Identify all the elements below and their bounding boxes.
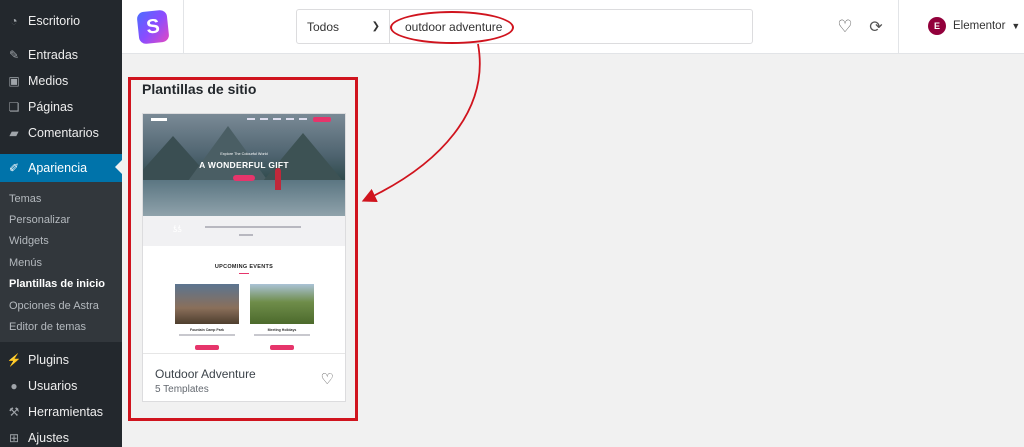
chevron-down-icon: ❯: [371, 21, 380, 32]
header-divider: [898, 0, 899, 54]
appearance-submenu: Temas Personalizar Widgets Menús Plantil…: [0, 182, 122, 342]
menu-plugins[interactable]: ⚡ Plugins: [0, 347, 122, 373]
menu-label: Herramientas: [28, 404, 104, 419]
menu-label: Comentarios: [28, 126, 99, 140]
template-card-footer: Outdoor Adventure 5 Templates ♡: [143, 353, 345, 401]
search-bar: Todos ❯: [296, 9, 753, 44]
submenu-widgets[interactable]: Widgets: [0, 231, 122, 252]
menu-ajustes[interactable]: ⊞ Ajustes: [0, 425, 122, 447]
category-select-value: Todos: [307, 19, 340, 34]
menu-label: Ajustes: [28, 430, 69, 445]
caret-down-icon: ▼: [1011, 21, 1021, 31]
submenu-plantillas-de-inicio[interactable]: Plantillas de inicio: [0, 274, 122, 295]
comment-icon: ▰: [9, 126, 19, 140]
preview-person: [275, 168, 281, 190]
preview-hero: Explore The Colourful World A WONDERFUL …: [143, 114, 345, 216]
dashboard-icon: ◔: [10, 14, 18, 28]
page-icon: ❏: [8, 100, 20, 114]
preview-nav: [143, 114, 345, 124]
preview-hero-subtitle: Explore The Colourful World: [220, 152, 268, 156]
heart-icon[interactable]: ♡: [835, 17, 855, 37]
template-preview-image[interactable]: Explore The Colourful World A WONDERFUL …: [143, 114, 345, 353]
menu-label: Entradas: [28, 48, 79, 62]
preview-event-button: [195, 345, 219, 350]
starter-templates-header: S Todos ❯ ♡ ⟳ E Elementor ▼: [122, 0, 1024, 54]
preview-hero-title: A WONDERFUL GIFT: [199, 160, 289, 170]
preview-event-caption: Fountain Camp Park: [189, 328, 225, 332]
preview-event-caption: Meeting Holidays: [267, 328, 297, 332]
template-name: Outdoor Adventure: [155, 367, 256, 381]
category-select[interactable]: Todos ❯: [297, 10, 390, 43]
submenu-opciones-astra[interactable]: Opciones de Astra: [0, 295, 122, 316]
settings-icon: ⊞: [8, 430, 20, 445]
page-builder-select[interactable]: E Elementor ▼: [928, 17, 1020, 35]
submenu-menus[interactable]: Menús: [0, 252, 122, 273]
heart-icon[interactable]: ♡: [321, 370, 334, 388]
preview-event-image: [175, 284, 239, 324]
menu-label: Usuarios: [28, 378, 78, 393]
preview-strip: ƾƾ: [143, 216, 345, 246]
preview-signature: ƾƾ: [173, 224, 182, 234]
user-icon: ●: [10, 378, 18, 393]
preview-events-title: UPCOMING EVENTS: [214, 264, 274, 270]
menu-paginas[interactable]: ❏ Páginas: [0, 94, 122, 120]
menu-label: Plugins: [28, 352, 69, 367]
menu-herramientas[interactable]: ⚒ Herramientas: [0, 399, 122, 425]
section-title: Plantillas de sitio: [142, 81, 257, 97]
preview-event-image: [250, 284, 314, 324]
plug-icon: ⚡: [6, 352, 22, 367]
wrench-icon: ⚒: [8, 404, 20, 419]
menu-label: Páginas: [28, 100, 74, 114]
submenu-editor-temas[interactable]: Editor de temas: [0, 316, 122, 337]
starter-templates-logo: S: [135, 9, 170, 45]
menu-label: Apariencia: [28, 161, 88, 175]
menu-usuarios[interactable]: ● Usuarios: [0, 373, 122, 399]
elementor-icon: E: [928, 17, 946, 35]
menu-label: Escritorio: [28, 14, 81, 28]
submenu-temas[interactable]: Temas: [0, 188, 122, 209]
preview-event-button: [270, 345, 294, 350]
media-icon: ▣: [8, 74, 20, 88]
menu-apariencia[interactable]: ✐ Apariencia: [0, 154, 122, 182]
page-builder-label: Elementor: [953, 20, 1006, 32]
search-input[interactable]: [390, 10, 752, 43]
template-count: 5 Templates: [155, 384, 209, 395]
menu-label: Medios: [28, 74, 69, 88]
menu-comentarios[interactable]: ▰ Comentarios: [0, 120, 122, 146]
menu-escritorio[interactable]: ◔ Escritorio: [0, 8, 122, 34]
preview-hero-button: [233, 175, 255, 181]
logo-container: S: [122, 0, 184, 54]
submenu-personalizar[interactable]: Personalizar: [0, 209, 122, 230]
brush-icon: ✐: [8, 161, 20, 175]
admin-sidebar: ◔ Escritorio ✎ Entradas ▣ Medios ❏ Páginas ▰…: [0, 0, 122, 447]
pin-icon: ✎: [8, 48, 20, 62]
template-card[interactable]: Explore The Colourful World A WONDERFUL …: [142, 113, 346, 402]
menu-medios[interactable]: ▣ Medios: [0, 68, 122, 94]
refresh-icon[interactable]: ⟳: [866, 17, 886, 37]
preview-lake: [143, 180, 345, 216]
menu-entradas[interactable]: ✎ Entradas: [0, 42, 122, 68]
